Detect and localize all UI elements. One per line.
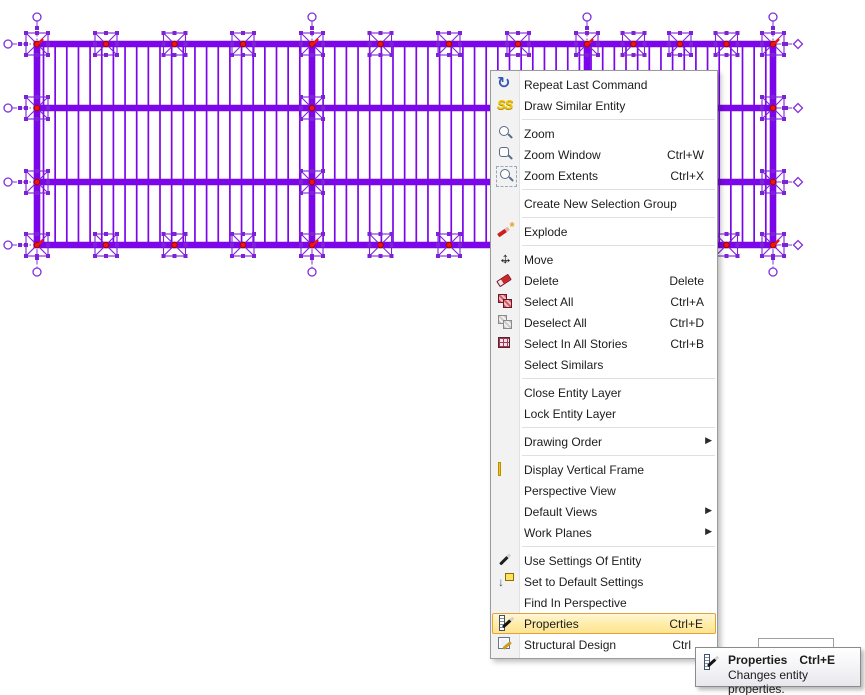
menu-item-shortcut: Delete bbox=[669, 274, 717, 288]
menu-item-structural-design[interactable]: Structural DesignCtrl bbox=[491, 634, 717, 655]
menu-item-label: Properties bbox=[524, 617, 579, 631]
menu-item-create-new-selection-group[interactable]: Create New Selection Group bbox=[491, 193, 717, 214]
explode-icon bbox=[496, 222, 515, 241]
menu-item-label: Create New Selection Group bbox=[524, 197, 677, 211]
menu-item-label: Draw Similar Entity bbox=[524, 99, 625, 113]
zoom-icon bbox=[496, 124, 515, 143]
menu-item-zoom[interactable]: Zoom bbox=[491, 123, 717, 144]
repeat-icon bbox=[496, 75, 515, 94]
menu-separator bbox=[522, 245, 715, 246]
menu-item-label: Perspective View bbox=[524, 484, 616, 498]
menu-item-label: Select In All Stories bbox=[524, 337, 627, 351]
properties-icon bbox=[497, 614, 516, 633]
menu-item-draw-similar-entity[interactable]: Draw Similar Entity bbox=[491, 95, 717, 116]
menu-item-label: Select Similars bbox=[524, 358, 603, 372]
menu-item-label: Deselect All bbox=[524, 316, 587, 330]
menu-item-explode[interactable]: Explode bbox=[491, 221, 717, 242]
menu-item-deselect-all[interactable]: Deselect All Ctrl+D bbox=[491, 312, 717, 333]
menu-item-label: Zoom bbox=[524, 127, 555, 141]
menu-item-shortcut: Ctrl+A bbox=[670, 295, 717, 309]
menu-item-zoom-extents[interactable]: Zoom Extents Ctrl+X bbox=[491, 165, 717, 186]
submenu-arrow-icon: ▶ bbox=[705, 526, 712, 537]
menu-item-perspective-view[interactable]: Perspective View bbox=[491, 480, 717, 501]
menu-item-display-vertical-frame[interactable]: Display Vertical Frame bbox=[491, 459, 717, 480]
menu-item-repeat-last-command[interactable]: Repeat Last Command bbox=[491, 74, 717, 95]
properties-icon bbox=[702, 653, 721, 672]
menu-separator bbox=[522, 119, 715, 120]
menu-item-label: Lock Entity Layer bbox=[524, 407, 616, 421]
menu-item-shortcut: Ctrl+X bbox=[670, 169, 717, 183]
select-stories-icon bbox=[496, 334, 515, 353]
menu-item-shortcut: Ctrl+B bbox=[670, 337, 717, 351]
menu-item-label: Drawing Order bbox=[524, 435, 602, 449]
submenu-arrow-icon: ▶ bbox=[705, 435, 712, 446]
menu-item-select-all[interactable]: Select All Ctrl+A bbox=[491, 291, 717, 312]
set-default-icon bbox=[496, 572, 515, 591]
menu-item-label: Zoom Window bbox=[524, 148, 601, 162]
menu-item-select-similars[interactable]: Select Similars bbox=[491, 354, 717, 375]
delete-icon bbox=[496, 271, 515, 290]
menu-item-label: Set to Default Settings bbox=[524, 575, 643, 589]
properties-tooltip: PropertiesCtrl+E Changes entity properti… bbox=[695, 647, 861, 687]
submenu-arrow-icon: ▶ bbox=[705, 505, 712, 516]
menu-item-label: Zoom Extents bbox=[524, 169, 598, 183]
menu-item-default-views[interactable]: Default Views ▶ bbox=[491, 501, 717, 522]
menu-item-shortcut: Ctrl+W bbox=[667, 148, 717, 162]
menu-item-close-entity-layer[interactable]: Close Entity Layer bbox=[491, 382, 717, 403]
move-icon bbox=[496, 250, 515, 269]
menu-separator bbox=[522, 189, 715, 190]
menu-item-label: Use Settings Of Entity bbox=[524, 554, 641, 568]
menu-separator bbox=[522, 378, 715, 379]
structural-plan-drawing[interactable] bbox=[0, 0, 865, 695]
menu-item-drawing-order[interactable]: Drawing Order ▶ bbox=[491, 431, 717, 452]
menu-item-properties[interactable]: Properties Ctrl+E bbox=[492, 613, 716, 634]
menu-item-shortcut: Ctrl+D bbox=[670, 316, 717, 330]
vertical-frame-icon bbox=[496, 460, 515, 479]
menu-item-label: Default Views bbox=[524, 505, 597, 519]
menu-separator bbox=[522, 427, 715, 428]
menu-item-label: Close Entity Layer bbox=[524, 386, 621, 400]
deselect-all-icon bbox=[496, 313, 515, 332]
menu-item-label: Repeat Last Command bbox=[524, 78, 647, 92]
menu-item-lock-entity-layer[interactable]: Lock Entity Layer bbox=[491, 403, 717, 424]
menu-item-select-in-all-stories[interactable]: Select In All Stories Ctrl+B bbox=[491, 333, 717, 354]
menu-separator bbox=[522, 546, 715, 547]
menu-item-label: Work Planes bbox=[524, 526, 592, 540]
tooltip-shortcut: Ctrl+E bbox=[799, 653, 835, 667]
menu-item-label: Delete bbox=[524, 274, 559, 288]
menu-item-label: Select All bbox=[524, 295, 573, 309]
menu-item-label: Display Vertical Frame bbox=[524, 463, 644, 477]
tooltip-title: Properties bbox=[728, 653, 787, 667]
menu-item-label: Structural Design bbox=[524, 638, 616, 652]
draw-similar-icon bbox=[496, 96, 515, 115]
zoom-extents-icon bbox=[496, 166, 517, 187]
menu-item-label: Find In Perspective bbox=[524, 596, 627, 610]
select-all-icon bbox=[496, 292, 515, 311]
menu-item-label: Explode bbox=[524, 225, 567, 239]
structural-design-icon bbox=[496, 635, 515, 654]
menu-item-move[interactable]: Move bbox=[491, 249, 717, 270]
menu-item-label: Move bbox=[524, 253, 553, 267]
menu-item-shortcut: Ctrl+E bbox=[669, 617, 716, 631]
menu-item-set-to-default-settings[interactable]: Set to Default Settings bbox=[491, 571, 717, 592]
pen-icon bbox=[496, 551, 515, 570]
context-menu: Repeat Last Command Draw Similar Entity … bbox=[490, 70, 718, 659]
tooltip-description: Changes entity properties. bbox=[728, 668, 852, 695]
menu-item-find-in-perspective[interactable]: Find In Perspective bbox=[491, 592, 717, 613]
menu-item-work-planes[interactable]: Work Planes ▶ bbox=[491, 522, 717, 543]
zoom-window-icon bbox=[496, 145, 515, 164]
menu-separator bbox=[522, 455, 715, 456]
menu-item-use-settings-of-entity[interactable]: Use Settings Of Entity bbox=[491, 550, 717, 571]
menu-item-zoom-window[interactable]: Zoom Window Ctrl+W bbox=[491, 144, 717, 165]
menu-item-delete[interactable]: Delete Delete bbox=[491, 270, 717, 291]
menu-separator bbox=[522, 217, 715, 218]
application-canvas: Repeat Last Command Draw Similar Entity … bbox=[0, 0, 865, 695]
